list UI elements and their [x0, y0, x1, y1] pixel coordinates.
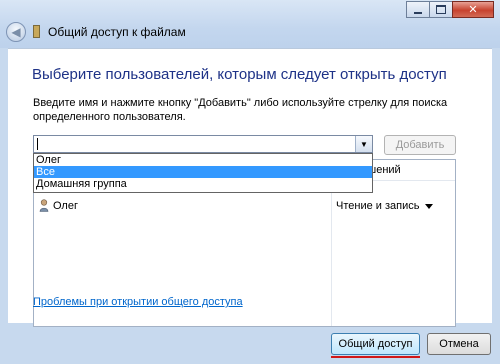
add-button[interactable]: Добавить [384, 135, 456, 155]
maximize-icon [436, 5, 446, 14]
close-icon: ✕ [468, 3, 478, 16]
title-bar: ✕ ◀ Общий доступ к файлам [0, 0, 500, 48]
dropdown-option-selected[interactable]: Все [34, 166, 372, 178]
user-name-combobox[interactable]: ▼ [33, 135, 373, 153]
file-sharing-icon [33, 25, 40, 38]
user-name: Олег [53, 200, 78, 212]
highlight-underline [331, 356, 420, 358]
dropdown-list: Олег Все Домашняя группа [33, 153, 373, 193]
back-button[interactable]: ◀ [6, 22, 26, 42]
instruction-text: Введите имя и нажмите кнопку "Добавить" … [33, 97, 448, 123]
triangle-down-icon [425, 203, 434, 209]
permission-level: Чтение и запись [336, 200, 420, 212]
page-heading: Выберите пользователей, которым следует … [32, 66, 447, 83]
dropdown-option[interactable]: Олег [34, 154, 372, 166]
dropdown-option[interactable]: Домашняя группа [34, 178, 372, 190]
window-title: Общий доступ к файлам [48, 25, 186, 39]
list-item[interactable]: Олег Чтение и запись [34, 198, 455, 216]
cancel-button[interactable]: Отмена [427, 333, 491, 355]
text-caret [37, 138, 38, 150]
close-button[interactable]: ✕ [452, 1, 494, 18]
caption-buttons: ✕ [406, 1, 494, 18]
user-icon [39, 199, 49, 212]
maximize-button[interactable] [429, 1, 453, 18]
back-arrow-icon: ◀ [11, 25, 21, 39]
minimize-icon [414, 11, 422, 14]
chevron-down-icon: ▼ [360, 139, 368, 149]
share-button[interactable]: Общий доступ [331, 333, 420, 355]
help-link[interactable]: Проблемы при открытии общего доступа [33, 296, 243, 308]
dialog-window: ✕ ◀ Общий доступ к файлам Выберите польз… [0, 0, 500, 364]
minimize-button[interactable] [406, 1, 430, 18]
combo-dropdown-button[interactable]: ▼ [355, 136, 372, 152]
permission-level-dropdown[interactable]: Чтение и запись [336, 200, 434, 212]
